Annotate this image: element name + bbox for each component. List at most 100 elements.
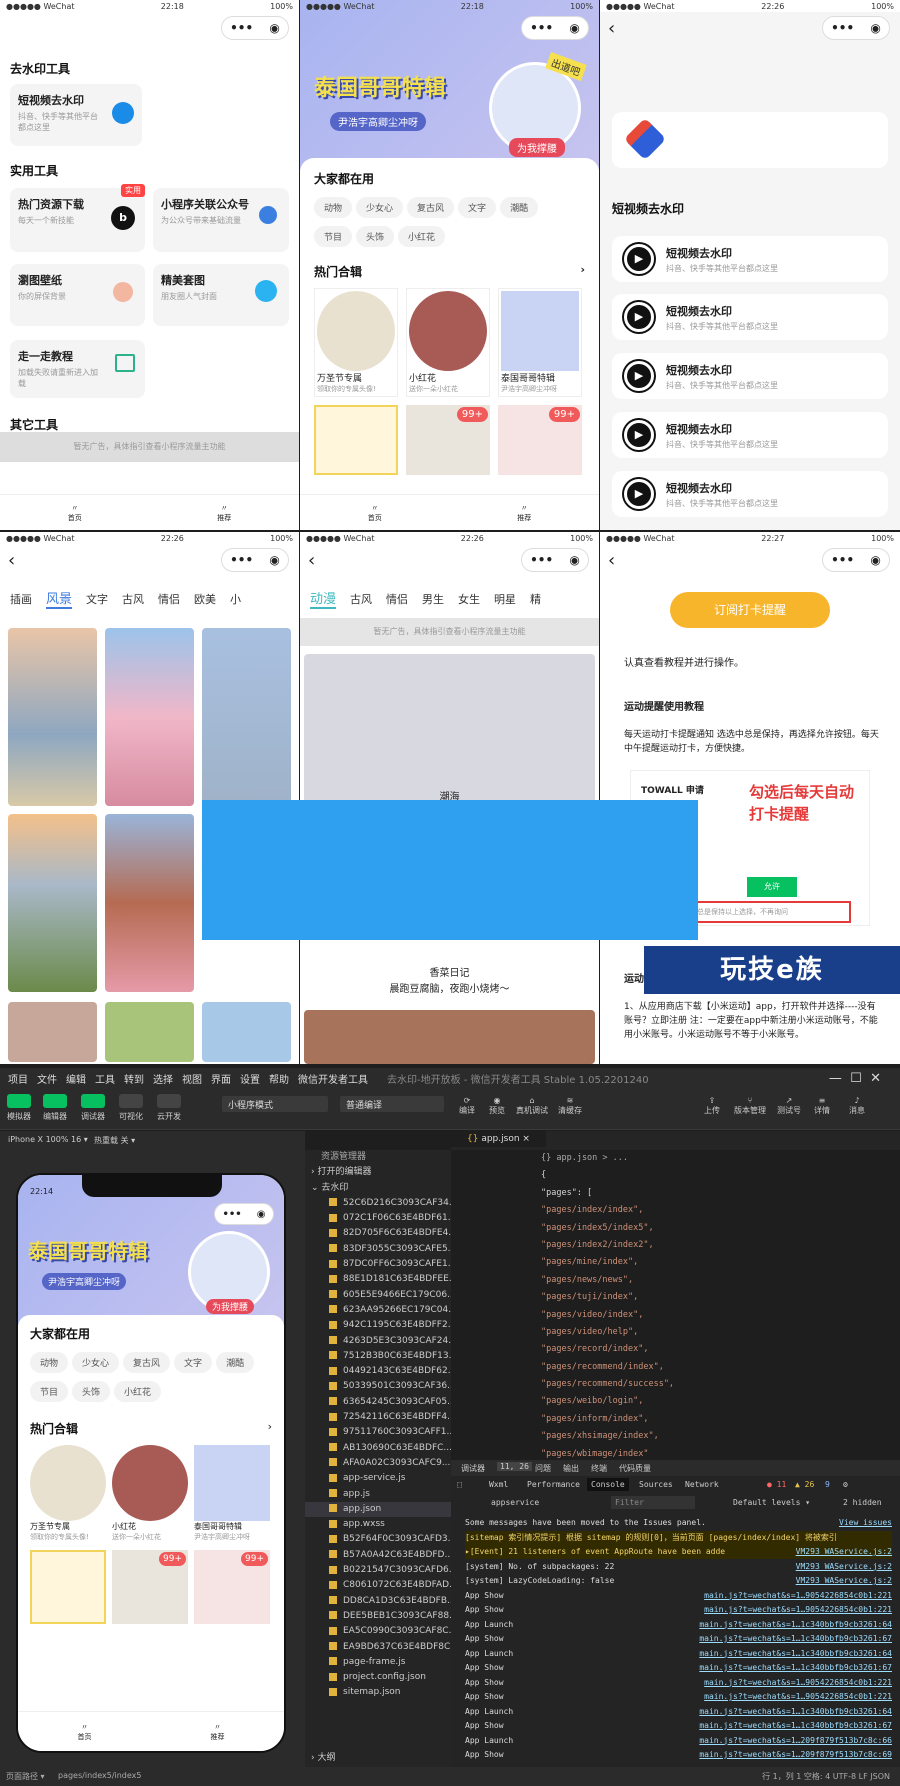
clear-cache-button[interactable]: ≋ 清缓存 bbox=[552, 1096, 588, 1116]
outline-section[interactable]: › 大纲 bbox=[305, 1750, 451, 1764]
more-icon[interactable]: ••• bbox=[831, 21, 854, 35]
tab-network[interactable]: Network bbox=[685, 1480, 719, 1489]
list-item[interactable]: ▶ 短视频去水印 抖音、快手等其他平台都点这里 bbox=[612, 353, 888, 399]
tutorial-card[interactable]: 走一走教程 加载失败请重新进入加载 bbox=[10, 340, 145, 398]
capsule-menu[interactable]: ••• ◉ bbox=[822, 548, 890, 572]
capsule-menu[interactable]: ••• ◉ bbox=[214, 1203, 274, 1225]
source-link[interactable]: main.js?t=wechat&s=1…209f879f513b7c8c:69 bbox=[699, 1748, 892, 1762]
device-select[interactable]: iPhone X 100% 16 ▾ bbox=[8, 1135, 88, 1144]
more-icon[interactable]: ••• bbox=[223, 1209, 242, 1220]
album-card[interactable]: 万圣节专属 领取你的专属头像! bbox=[314, 288, 398, 397]
close-circle-icon[interactable]: ◉ bbox=[870, 553, 880, 567]
file-item[interactable]: B57A0A42C63E4BDFD... bbox=[305, 1548, 451, 1563]
close-circle-icon[interactable]: ◉ bbox=[269, 21, 279, 35]
details-button[interactable]: ≡ 详情 bbox=[808, 1096, 836, 1116]
file-item[interactable]: app.js bbox=[305, 1487, 451, 1502]
chip[interactable]: 复古风 bbox=[123, 1352, 171, 1373]
list-item[interactable]: ▶ 短视频去水印 抖音、快手等其他平台都点这里 bbox=[612, 294, 888, 340]
file-item[interactable]: page-frame.js bbox=[305, 1655, 451, 1670]
source-link[interactable]: main.js?t=wechat&s=1…1c340bbfb9cb3261:64 bbox=[699, 1618, 892, 1632]
tab-problems[interactable]: 问题 bbox=[535, 1463, 551, 1474]
menu-goto[interactable]: 转到 bbox=[124, 1071, 144, 1086]
source-link[interactable]: View issues bbox=[839, 1516, 892, 1530]
more-icon[interactable]: ••• bbox=[530, 21, 553, 35]
source-link[interactable]: main.js?t=wechat&s=1…1c340bbfb9cb3261:64 bbox=[699, 1705, 892, 1719]
menu-help[interactable]: 帮助 bbox=[269, 1071, 289, 1086]
back-icon[interactable]: ‹ bbox=[8, 550, 15, 571]
hot-header[interactable]: 热门合辑 › bbox=[314, 263, 585, 280]
window-controls[interactable]: — ☐ ✕ bbox=[829, 1071, 881, 1086]
menu-devtools[interactable]: 微信开发者工具 bbox=[298, 1071, 368, 1086]
close-circle-icon[interactable]: ◉ bbox=[569, 553, 579, 567]
tab-western[interactable]: 欧美 bbox=[194, 591, 216, 607]
chip[interactable]: 文字 bbox=[174, 1352, 213, 1373]
file-item[interactable]: 605E5E9466EC179C06... bbox=[305, 1288, 451, 1303]
wallpaper-thumb[interactable] bbox=[105, 628, 194, 806]
watermark-card[interactable]: 短视频去水印 抖音、快手等其他平台都点这里 bbox=[10, 84, 142, 146]
file-item[interactable]: 88E1D181C63E4BDFEE... bbox=[305, 1272, 451, 1287]
filter-input[interactable]: Filter bbox=[611, 1496, 695, 1509]
close-circle-icon[interactable]: ◉ bbox=[870, 21, 880, 35]
menu-interface[interactable]: 界面 bbox=[211, 1071, 231, 1086]
file-item[interactable]: 7512B3B0C63E4BDF13... bbox=[305, 1349, 451, 1364]
debugger-button[interactable]: 调试器 bbox=[76, 1094, 110, 1122]
album-card[interactable]: 万圣节专属 领取你的专属头像! bbox=[30, 1445, 106, 1542]
album-card[interactable]: 小红花 送你一朵小红花 bbox=[112, 1445, 188, 1542]
tab-illustration[interactable]: 插画 bbox=[10, 591, 32, 607]
tab-wxml[interactable]: Wxml bbox=[489, 1480, 508, 1489]
tab-console[interactable]: Console bbox=[587, 1478, 629, 1491]
menu-settings[interactable]: 设置 bbox=[240, 1071, 260, 1086]
more-icon[interactable]: ••• bbox=[230, 21, 253, 35]
source-link[interactable]: main.js?t=wechat&s=1…9054226854c0b1:221 bbox=[704, 1589, 892, 1603]
file-item[interactable]: DD8CA1D3C63E4BDFB... bbox=[305, 1594, 451, 1609]
chip[interactable]: 节目 bbox=[30, 1381, 69, 1402]
chip[interactable]: 小红花 bbox=[114, 1381, 162, 1402]
album-card[interactable] bbox=[30, 1550, 106, 1624]
file-item[interactable]: 83DF3055C3093CAFE5... bbox=[305, 1242, 451, 1257]
test-account-button[interactable]: ↗ 测试号 bbox=[772, 1096, 806, 1116]
more-icon[interactable]: ••• bbox=[230, 553, 253, 567]
file-item[interactable]: 50339501C3093CAF36... bbox=[305, 1379, 451, 1394]
menu-view[interactable]: 视图 bbox=[182, 1071, 202, 1086]
cloud-button[interactable]: 云开发 bbox=[152, 1094, 186, 1122]
compile-select[interactable]: 普通编译 bbox=[340, 1096, 444, 1112]
tab-debugger[interactable]: 调试器 bbox=[461, 1463, 485, 1474]
file-item[interactable]: sitemap.json bbox=[305, 1685, 451, 1700]
close-circle-icon[interactable]: ◉ bbox=[257, 1209, 266, 1220]
tab-sources[interactable]: Sources bbox=[639, 1480, 673, 1489]
wallpaper-card[interactable] bbox=[304, 1010, 595, 1064]
file-item[interactable]: 82D705F6C63E4BDFE4... bbox=[305, 1226, 451, 1241]
capsule-menu[interactable]: ••• ◉ bbox=[221, 16, 289, 40]
tab-stars[interactable]: 明星 bbox=[494, 591, 516, 607]
file-item[interactable]: 52C6D216C3093CAF34... bbox=[305, 1196, 451, 1211]
file-item[interactable]: DEE5BEB1C3093CAF88... bbox=[305, 1609, 451, 1624]
photoset-card[interactable]: 精美套图 朋友圈人气封面 bbox=[153, 264, 289, 326]
chip[interactable]: 潮酷 bbox=[500, 197, 539, 218]
tab-recommend[interactable]: 〃推荐 bbox=[211, 1722, 225, 1742]
file-item[interactable]: 97511760C3093CAFF1... bbox=[305, 1425, 451, 1440]
remote-debug-button[interactable]: ⌂ 真机调试 bbox=[512, 1096, 552, 1116]
album-card[interactable]: 99+ bbox=[112, 1550, 188, 1624]
upload-button[interactable]: ⇪ 上传 bbox=[700, 1096, 724, 1116]
tab-terminal[interactable]: 终端 bbox=[591, 1463, 607, 1474]
back-icon[interactable]: ‹ bbox=[608, 550, 615, 571]
tab-more[interactable]: 小 bbox=[230, 591, 241, 607]
capsule-menu[interactable]: ••• ◉ bbox=[221, 548, 289, 572]
source-link[interactable]: main.js?t=wechat&s=1…9054226854c0b1:221 bbox=[704, 1690, 892, 1704]
version-button[interactable]: ⑂ 版本管理 bbox=[730, 1096, 770, 1116]
chip[interactable]: 动物 bbox=[314, 197, 353, 218]
album-card[interactable]: 泰国哥哥特辑 尹浩宇高卿尘冲呀 bbox=[194, 1445, 270, 1542]
source-link[interactable]: main.js?t=wechat&s=1…1c340bbfb9cb3261:67 bbox=[699, 1719, 892, 1733]
more-icon[interactable]: ••• bbox=[831, 553, 854, 567]
wallpaper-thumb[interactable] bbox=[105, 1002, 194, 1062]
menu-select[interactable]: 选择 bbox=[153, 1071, 173, 1086]
file-item[interactable]: 72542116C63E4BDFF4... bbox=[305, 1410, 451, 1425]
subscribe-button[interactable]: 订阅打卡提醒 bbox=[670, 592, 830, 628]
file-item[interactable]: EA5C0990C3093CAF8C... bbox=[305, 1624, 451, 1639]
compile-button[interactable]: ⟳ 编译 bbox=[452, 1096, 482, 1116]
tab-output[interactable]: 输出 bbox=[563, 1463, 579, 1474]
source-link[interactable]: main.js?t=wechat&s=1…209f879f513b7c8c:66 bbox=[699, 1734, 892, 1748]
inspect-icon[interactable]: ⬚ bbox=[457, 1480, 462, 1489]
tab-home[interactable]: 〃首页 bbox=[78, 1722, 92, 1742]
menu-project[interactable]: 项目 bbox=[8, 1071, 28, 1086]
